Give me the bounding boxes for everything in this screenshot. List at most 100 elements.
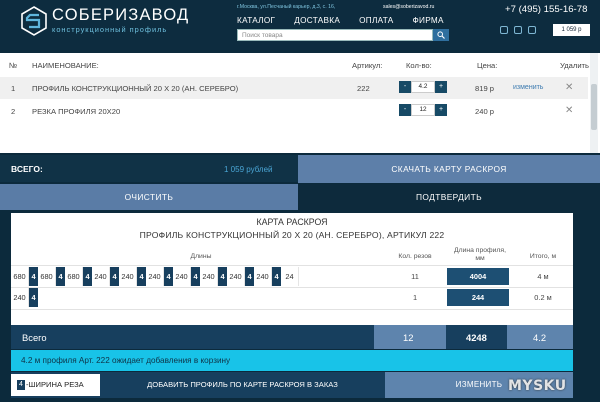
kerf-input[interactable]: 4 — [17, 380, 25, 390]
length-segment: 680 — [38, 267, 56, 286]
pending-notice: 4.2 м профиля Арт. 222 ожидает добавлени… — [11, 350, 573, 371]
grand-total-cuts: 12 — [403, 332, 414, 343]
length-segment: 240 — [227, 267, 245, 286]
row-sku: 222 — [357, 84, 370, 93]
cut-row: 680 4 680 4 680 4 240 4 240 4 240 4 240 4 240 4 240 4 240 4… — [11, 267, 299, 286]
divider — [11, 309, 573, 310]
increment-button[interactable]: + — [435, 104, 447, 116]
header-cuts: Кол. резов — [398, 253, 432, 260]
cuts-cell: 11 — [391, 268, 439, 285]
cart-total-badge[interactable]: 1 059 р — [553, 24, 590, 36]
grand-total-label: Всего — [22, 332, 47, 343]
kerf-segment: 4 — [245, 267, 254, 286]
cutting-map-title: КАРТА РАСКРОЯ — [256, 217, 328, 227]
compare-icon[interactable] — [500, 26, 508, 34]
kerf-segment: 4 — [29, 288, 38, 307]
row-name[interactable]: РЕЗКА ПРОФИЛЯ 20Х20 — [32, 107, 120, 116]
cutting-map-subtitle: ПРОФИЛЬ КОНСТРУКЦИОННЫЙ 20 Х 20 (АН. СЕР… — [139, 230, 445, 240]
logo-subtitle: конструкционный профиль — [52, 25, 168, 34]
download-cutting-map-button[interactable]: СКАЧАТЬ КАРТУ РАСКРОЯ — [298, 155, 600, 183]
length-segment: 240 — [146, 267, 164, 286]
site-header: СОБЕРИЗАВОД конструкционный профиль г.Мо… — [0, 0, 600, 50]
quantity-input[interactable]: 12 — [411, 104, 435, 116]
kerf-segment: 4 — [137, 267, 146, 286]
search-button[interactable] — [433, 29, 449, 41]
kerf-segment: 4 — [29, 267, 38, 286]
cutting-map-panel: КАРТА РАСКРОЯ ПРОФИЛЬ КОНСТРУКЦИОННЫЙ 20… — [11, 213, 573, 325]
length-cell: 244 — [447, 289, 509, 306]
confirm-button[interactable]: ПОДТВЕРДИТЬ — [298, 184, 600, 210]
increment-button[interactable]: + — [435, 81, 447, 93]
favorites-icon[interactable] — [514, 26, 522, 34]
grand-total-meters: 4.2 — [533, 332, 547, 343]
col-name: НАИМЕНОВАНИЕ: — [32, 61, 99, 70]
header-lengths: Длины — [190, 253, 212, 260]
nav-payment[interactable]: ОПЛАТА — [359, 16, 393, 25]
row-name[interactable]: ПРОФИЛЬ КОНСТРУКЦИОННЫЙ 20 Х 20 (АН. СЕР… — [32, 84, 238, 93]
length-segment: 240 — [92, 267, 110, 286]
clear-button[interactable]: ОЧИСТИТЬ — [0, 184, 298, 210]
table-row: 2 РЕЗКА ПРОФИЛЯ 20Х20 - 12 + 240 р ✕ — [0, 100, 588, 122]
logo-title[interactable]: СОБЕРИЗАВОД — [52, 6, 189, 25]
kerf-segment: 4 — [56, 267, 65, 286]
row-price: 240 р — [475, 107, 495, 116]
col-remove: Удалить — [560, 61, 589, 70]
nav-company[interactable]: ФИРМА — [413, 16, 444, 25]
address: г.Москва, ул.Песчаный карьер, д.3, с. 16… — [237, 4, 336, 10]
total-cell: 4 м — [518, 268, 568, 285]
kerf-segment: 4 — [164, 267, 173, 286]
kerf-segment: 4 — [83, 267, 92, 286]
main-nav: КАТАЛОГ ДОСТАВКА ОПЛАТА ФИРМА — [237, 16, 444, 25]
add-profile-to-order-button[interactable]: ДОБАВИТЬ ПРОФИЛЬ ПО КАРТЕ РАСКРОЯ В ЗАКА… — [100, 372, 385, 398]
email-link[interactable]: sales@soberizavod.ru — [383, 4, 434, 10]
kerf-segment: 4 — [191, 267, 200, 286]
row-num: 1 — [11, 84, 16, 93]
length-segment: 240 — [254, 267, 272, 286]
row-price: 819 р — [475, 84, 495, 93]
table-row: 1 ПРОФИЛЬ КОНСТРУКЦИОННЫЙ 20 Х 20 (АН. С… — [0, 77, 588, 99]
length-segment: 24 — [281, 267, 299, 286]
logo-icon[interactable] — [21, 6, 47, 36]
nav-catalog[interactable]: КАТАЛОГ — [237, 16, 275, 25]
watermark: MYSKU — [508, 378, 567, 394]
cuts-cell: 1 — [391, 289, 439, 306]
kerf-segment: 4 — [218, 267, 227, 286]
cart-table: № НАИМЕНОВАНИЕ: Артикул: Кол-во: Цена: У… — [0, 53, 600, 153]
phone-number[interactable]: +7 (495) 155-16-78 — [505, 4, 587, 15]
length-segment: 240 — [200, 267, 218, 286]
kerf-label: -ШИРИНА РЕЗА — [26, 380, 84, 389]
search-icon — [437, 31, 445, 39]
close-icon[interactable]: ✕ — [565, 105, 573, 116]
col-num: № — [9, 61, 18, 70]
search-input[interactable]: Поиск товара — [237, 29, 433, 41]
quantity-stepper: - 12 + — [399, 104, 447, 116]
kerf-segment: 4 — [272, 267, 281, 286]
close-icon[interactable]: ✕ — [565, 82, 573, 93]
scrollbar-thumb[interactable] — [591, 84, 597, 130]
row-num: 2 — [11, 107, 16, 116]
decrement-button[interactable]: - — [399, 81, 411, 93]
length-segment: 240 — [11, 288, 29, 307]
total-cell: 0.2 м — [518, 289, 568, 306]
col-price: Цена: — [477, 61, 498, 70]
total-value: 1 059 рублей — [224, 165, 273, 174]
cart-icon[interactable] — [528, 26, 536, 34]
length-segment: 240 — [119, 267, 137, 286]
col-sku: Артикул: — [352, 61, 383, 70]
header-total: Итого, м — [529, 253, 557, 260]
edit-link[interactable]: изменить — [513, 84, 543, 91]
cut-row: 240 4 — [11, 288, 38, 307]
kerf-segment: 4 — [110, 267, 119, 286]
nav-delivery[interactable]: ДОСТАВКА — [294, 16, 340, 25]
header-icons — [500, 26, 536, 34]
length-segment: 240 — [173, 267, 191, 286]
grand-total-length: 4248 — [466, 332, 487, 343]
header-profile-length: Длина профиля, мм — [454, 247, 506, 262]
length-segment: 680 — [65, 267, 83, 286]
quantity-stepper: - 4.2 + — [399, 81, 447, 93]
decrement-button[interactable]: - — [399, 104, 411, 116]
quantity-input[interactable]: 4.2 — [411, 81, 435, 93]
divider — [11, 265, 573, 266]
divider — [11, 287, 573, 288]
length-segment: 680 — [11, 267, 29, 286]
